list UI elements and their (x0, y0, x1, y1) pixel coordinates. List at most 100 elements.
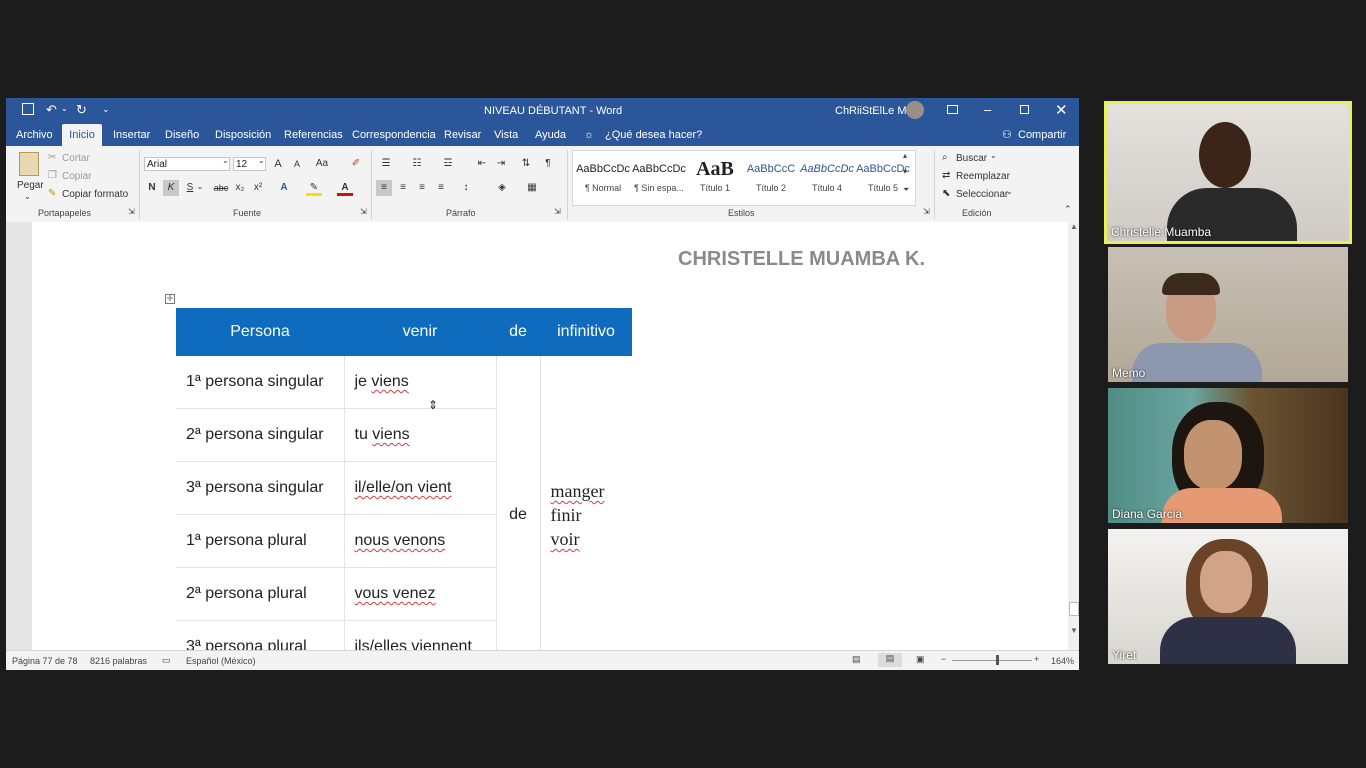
copy-button[interactable]: Copiar (62, 171, 91, 182)
select-dropdown-icon[interactable]: ⌄ (1006, 187, 1013, 196)
minimize-icon[interactable]: – (984, 102, 991, 117)
bullets-icon[interactable]: ☰ (378, 156, 394, 172)
numbering-icon[interactable]: ☷ (409, 156, 425, 172)
shrink-font-button[interactable]: A (289, 156, 305, 172)
subscript-button[interactable]: x₂ (232, 180, 248, 196)
find-icon[interactable]: ⌕ (942, 152, 948, 163)
paste-button[interactable]: Pegar (17, 180, 44, 191)
zoom-in-icon[interactable]: + (1034, 654, 1039, 664)
document-page[interactable]: CHRISTELLE MUAMBA K. ✛ Persona venir de … (32, 222, 1068, 670)
redo-icon[interactable]: ↻ (76, 102, 87, 118)
sort-icon[interactable]: ⇅ (518, 156, 534, 172)
bold-button[interactable]: N (144, 180, 160, 196)
participant-video[interactable]: Diana Garcia (1108, 388, 1348, 523)
read-mode-icon[interactable]: ▤ (852, 654, 861, 665)
italic-button[interactable]: K (163, 180, 179, 196)
borders-icon[interactable]: ▦ (524, 180, 540, 196)
venir-misspelled[interactable]: nous venons (355, 532, 446, 549)
highlight-icon[interactable]: ✎ (306, 180, 322, 196)
undo-icon[interactable]: ↶ (46, 102, 57, 118)
font-size-dropdown-icon[interactable]: ⌄ (258, 156, 265, 165)
scroll-down-icon[interactable]: ▼ (1070, 626, 1078, 635)
zoom-out-icon[interactable]: − (941, 654, 946, 664)
text-effects-icon[interactable]: A (276, 180, 292, 196)
zoom-slider-thumb[interactable] (996, 655, 999, 665)
decrease-indent-icon[interactable]: ⇤ (474, 156, 490, 172)
close-icon[interactable]: ✕ (1055, 101, 1068, 119)
scroll-thumb[interactable] (1069, 602, 1079, 616)
find-button[interactable]: Buscar (956, 153, 987, 164)
venir-misspelled[interactable]: il/elle/on vient (355, 479, 452, 496)
participant-video[interactable]: Christelle Muamba (1104, 101, 1352, 244)
style-titulo-5[interactable]: AaBbCcDc Título 5 (855, 155, 911, 205)
undo-dropdown-icon[interactable]: ⌄ (61, 104, 68, 113)
cut-icon[interactable]: ✂ (48, 152, 56, 163)
word-count[interactable]: 8216 palabras (90, 656, 147, 666)
align-center-icon[interactable]: ≡ (395, 180, 411, 196)
paste-dropdown-icon[interactable]: ⌄ (24, 192, 31, 201)
style-titulo-2[interactable]: AaBbCcC Título 2 (743, 155, 799, 205)
increase-indent-icon[interactable]: ⇥ (493, 156, 509, 172)
participant-video[interactable]: Yiret (1108, 529, 1348, 664)
align-right-icon[interactable]: ≡ (414, 180, 430, 196)
replace-icon[interactable]: ⇄ (942, 170, 950, 181)
replace-button[interactable]: Reemplazar (956, 171, 1010, 182)
shading-icon[interactable]: ◈ (494, 180, 510, 196)
restore-icon[interactable] (1020, 105, 1029, 114)
font-name-dropdown-icon[interactable]: ⌄ (222, 156, 229, 165)
cut-button[interactable]: Cortar (62, 153, 90, 164)
tab-diseno[interactable]: Diseño (165, 124, 199, 146)
change-case-button[interactable]: Aa (312, 156, 332, 172)
tell-me-search[interactable]: ¿Qué desea hacer? (605, 124, 702, 146)
paragraph-launcher-icon[interactable]: ⇲ (554, 207, 561, 216)
tab-revisar[interactable]: Revisar (444, 124, 481, 146)
font-name-input[interactable]: Arial (144, 157, 230, 171)
select-icon[interactable]: ⬉ (942, 188, 950, 199)
vertical-scrollbar[interactable]: ▲ ▼ (1068, 222, 1079, 670)
venir-misspelled[interactable]: viens (372, 426, 409, 443)
tab-archivo[interactable]: Archivo (16, 124, 53, 146)
venir-misspelled[interactable]: vous venez (355, 585, 436, 602)
font-color-icon[interactable]: A (337, 180, 353, 196)
tab-inicio[interactable]: Inicio (62, 124, 102, 146)
tab-disposicion[interactable]: Disposición (215, 124, 271, 146)
styles-more-icon[interactable]: ⏷ (903, 185, 909, 195)
zoom-slider[interactable] (952, 660, 1032, 661)
venir-misspelled[interactable]: viens (371, 373, 408, 390)
show-marks-icon[interactable]: ¶ (540, 156, 556, 172)
tab-referencias[interactable]: Referencias (284, 124, 343, 146)
grow-font-button[interactable]: A (270, 156, 286, 172)
proofing-icon[interactable]: ▭ (162, 655, 171, 666)
zoom-level[interactable]: 164% (1051, 656, 1074, 666)
line-spacing-icon[interactable]: ↕ (458, 180, 474, 196)
scroll-up-icon[interactable]: ▲ (1070, 222, 1078, 231)
account-name[interactable]: ChRiiStElLe Mk (835, 105, 912, 117)
customize-qat-icon[interactable]: ⌄ (102, 104, 110, 115)
tab-ayuda[interactable]: Ayuda (535, 124, 566, 146)
strikethrough-button[interactable]: abc (211, 180, 231, 196)
format-painter-icon[interactable]: ✎ (48, 188, 56, 199)
web-layout-icon[interactable]: ▣ (916, 654, 925, 665)
participant-video[interactable]: Memo (1108, 247, 1348, 382)
styles-launcher-icon[interactable]: ⇲ (923, 207, 930, 216)
share-button[interactable]: Compartir (1018, 124, 1066, 146)
styles-scroll-down-icon[interactable]: ▾ (903, 167, 907, 176)
style-titulo-1[interactable]: AaB Título 1 (687, 155, 743, 205)
styles-scroll-up-icon[interactable]: ▴ (903, 151, 907, 160)
clear-formatting-icon[interactable]: ✐ (348, 156, 364, 172)
justify-icon[interactable]: ≡ (433, 180, 449, 196)
align-left-icon[interactable]: ≡ (376, 180, 392, 196)
save-icon[interactable] (22, 103, 34, 115)
tab-correspondencia[interactable]: Correspondencia (352, 124, 436, 146)
clipboard-launcher-icon[interactable]: ⇲ (128, 207, 135, 216)
style-normal[interactable]: AaBbCcDc ¶ Normal (575, 155, 631, 205)
style-titulo-4[interactable]: AaBbCcDc Título 4 (799, 155, 855, 205)
avatar[interactable] (906, 101, 924, 119)
tab-vista[interactable]: Vista (494, 124, 518, 146)
select-button[interactable]: Seleccionar (956, 189, 1008, 200)
find-dropdown-icon[interactable]: ⌄ (990, 151, 997, 160)
tab-insertar[interactable]: Insertar (113, 124, 150, 146)
paste-icon[interactable] (19, 152, 39, 176)
table-move-handle-icon[interactable]: ✛ (165, 294, 175, 304)
multilevel-list-icon[interactable]: ☲ (440, 156, 456, 172)
